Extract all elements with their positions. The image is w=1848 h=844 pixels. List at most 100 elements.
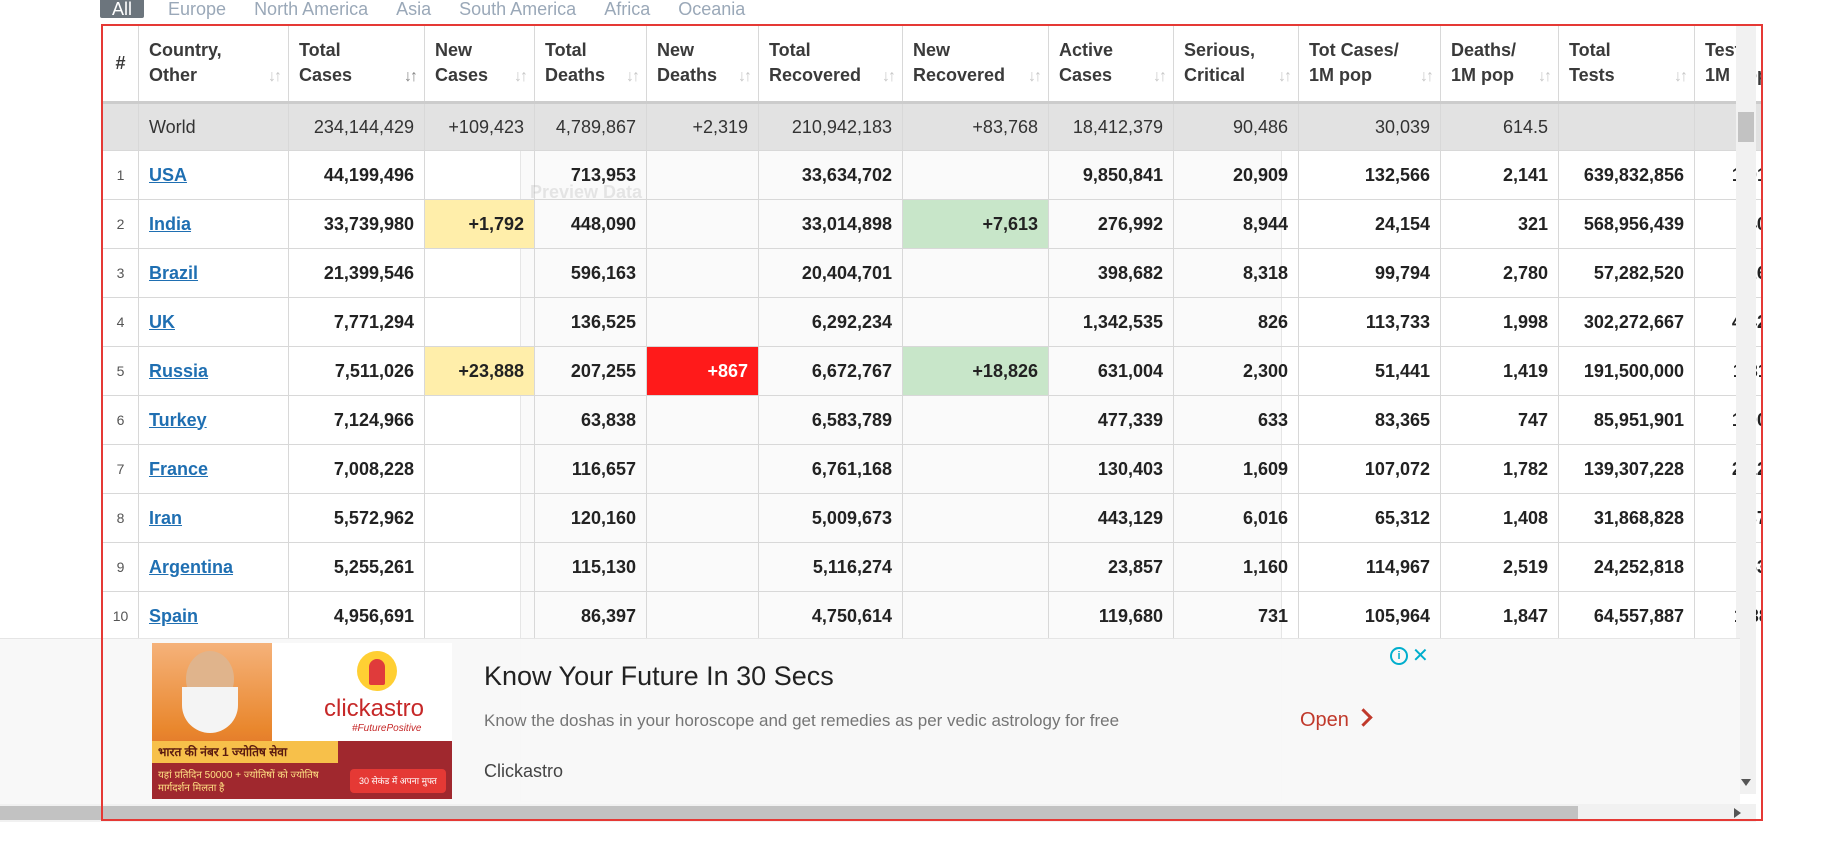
ad-image[interactable]: clickastro #FuturePositive भारत की नंबर … (152, 643, 452, 799)
tab-all[interactable]: All (100, 0, 145, 18)
data-cell: 631,004 (1048, 346, 1174, 396)
horizontal-scroll-thumb[interactable] (0, 806, 1578, 820)
country-link[interactable]: Spain (149, 606, 198, 626)
data-cell: 18,412,379 (1048, 102, 1174, 151)
data-cell: 99,794 (1298, 248, 1441, 298)
data-cell: 20,404,701 (758, 248, 903, 298)
data-cell: 130,403 (1048, 444, 1174, 494)
data-cell: 6,583,789 (758, 395, 903, 445)
country-link[interactable]: UK (149, 312, 175, 332)
sort-icon[interactable]: ↓↑ (514, 64, 528, 89)
ad-open-button[interactable]: Open (1300, 708, 1373, 732)
row-index: 7 (102, 444, 139, 494)
data-cell (646, 248, 759, 298)
data-cell: 5,572,962 (288, 493, 425, 543)
sort-icon[interactable]: ↓↑ (404, 64, 418, 89)
column-header[interactable]: Tot Cases/1M pop ↓↑ (1298, 24, 1441, 104)
country-link[interactable]: India (149, 214, 191, 234)
sort-icon[interactable]: ↓↑ (738, 64, 752, 89)
sort-icon[interactable]: ↓↑ (1028, 64, 1042, 89)
country-link[interactable]: Turkey (149, 410, 207, 430)
data-cell: 639,832,856 (1558, 150, 1695, 200)
data-cell: 2,300 (1173, 346, 1299, 396)
data-cell: +18,826 (902, 346, 1049, 396)
data-cell: 1,408 (1440, 493, 1559, 543)
column-header[interactable]: Total Deaths ↓↑ (534, 24, 647, 104)
ad-banner-cta[interactable]: 30 सेकंड में अपना मुफ्त कुंडली प्राप्त क… (350, 769, 446, 793)
scroll-down-arrow-icon[interactable] (1741, 779, 1751, 786)
data-cell: +83,768 (902, 102, 1049, 151)
column-header[interactable]: Total Cases ↓↑ (288, 24, 425, 104)
data-cell (424, 591, 535, 640)
tab-north-america[interactable]: North America (254, 0, 368, 18)
data-cell: 4,789,867 (534, 102, 647, 151)
tab-oceania[interactable]: Oceania (678, 0, 745, 18)
column-header-line2: Recovered (913, 65, 1006, 85)
sort-icon[interactable]: ↓↑ (1278, 64, 1292, 89)
country-cell: Iran (138, 493, 289, 543)
data-cell: 24,252,818 (1558, 542, 1695, 592)
data-cell: 6,016 (1173, 493, 1299, 543)
data-cell: 136,525 (534, 297, 647, 347)
data-cell: 321 (1440, 199, 1559, 249)
horizontal-scrollbar[interactable] (0, 804, 1756, 822)
country-link[interactable]: Iran (149, 508, 182, 528)
column-header[interactable]: New Deaths ↓↑ (646, 24, 759, 104)
data-cell: 30,039 (1298, 102, 1441, 151)
sort-icon[interactable]: ↓↑ (1674, 64, 1688, 89)
data-cell (1558, 102, 1695, 151)
country-link[interactable]: USA (149, 165, 187, 185)
column-header[interactable]: New Cases ↓↑ (424, 24, 535, 104)
sort-icon[interactable]: ↓↑ (626, 64, 640, 89)
data-cell: 24,154 (1298, 199, 1441, 249)
column-header[interactable]: New Recovered ↓↑ (902, 24, 1049, 104)
column-header[interactable]: Total Recovered ↓↑ (758, 24, 903, 104)
vertical-scroll-thumb[interactable] (1738, 112, 1754, 142)
data-cell: 448,090 (534, 199, 647, 249)
data-cell: +23,888 (424, 346, 535, 396)
column-header[interactable]: Total Tests ↓↑ (1558, 24, 1695, 104)
column-header[interactable]: Serious, Critical ↓↑ (1173, 24, 1299, 104)
tab-asia[interactable]: Asia (396, 0, 431, 18)
sort-icon[interactable]: ↓↑ (882, 64, 896, 89)
column-header-line2: Recovered (769, 65, 862, 85)
data-cell: 5,255,261 (288, 542, 425, 592)
country-link[interactable]: Russia (149, 361, 208, 381)
ad-brand-name: clickastro (324, 695, 425, 722)
sort-icon[interactable]: ↓↑ (1538, 64, 1552, 89)
sort-icon[interactable]: ↓↑ (268, 64, 282, 89)
data-cell: 1,998 (1440, 297, 1559, 347)
advertisement-banner[interactable]: clickastro #FuturePositive भारत की नंबर … (0, 638, 1740, 809)
country-link[interactable]: Brazil (149, 263, 198, 283)
ad-advertiser: Clickastro (484, 761, 564, 781)
column-header[interactable]: Active Cases ↓↑ (1048, 24, 1174, 104)
data-cell: 1,160 (1173, 542, 1299, 592)
ad-info-icon[interactable]: i (1390, 647, 1408, 665)
country-cell: Russia (138, 346, 289, 396)
country-link[interactable]: France (149, 459, 208, 479)
data-cell: 115,130 (534, 542, 647, 592)
data-cell: 1,342,535 (1048, 297, 1174, 347)
data-cell: 568,956,439 (1558, 199, 1695, 249)
data-cell: 139,307,228 (1558, 444, 1695, 494)
tab-south-america[interactable]: South America (459, 0, 576, 18)
tab-europe[interactable]: Europe (168, 0, 226, 18)
ad-close-icon[interactable]: ✕ (1412, 643, 1429, 668)
data-cell: 1,847 (1440, 591, 1559, 640)
data-cell: +2,319 (646, 102, 759, 151)
ad-title[interactable]: Know Your Future In 30 Secs (484, 661, 834, 692)
country-link[interactable]: Argentina (149, 557, 233, 577)
data-cell: 8,944 (1173, 199, 1299, 249)
sort-icon[interactable]: ↓↑ (1153, 64, 1167, 89)
data-cell (646, 199, 759, 249)
data-cell: 276,992 (1048, 199, 1174, 249)
scroll-right-arrow-icon[interactable] (1734, 808, 1741, 818)
column-header[interactable]: Deaths/1M pop ↓↑ (1440, 24, 1559, 104)
tab-africa[interactable]: Africa (604, 0, 650, 18)
column-header[interactable]: Country, Other ↓↑ (138, 24, 289, 104)
row-index: 1 (102, 150, 139, 200)
sort-icon[interactable]: ↓↑ (1420, 64, 1434, 89)
data-cell (902, 248, 1049, 298)
data-cell: +7,613 (902, 199, 1049, 249)
data-cell (646, 542, 759, 592)
